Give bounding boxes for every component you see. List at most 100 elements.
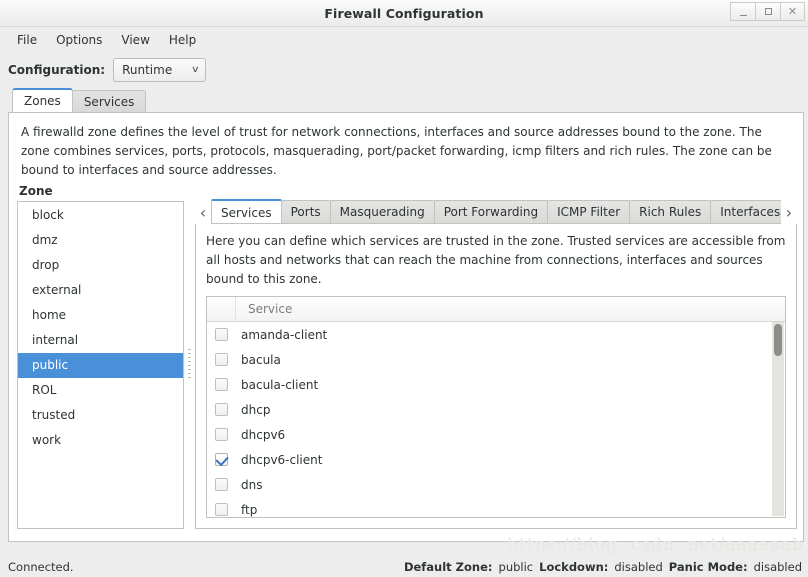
zone-item-trusted[interactable]: trusted	[18, 403, 183, 428]
tab-rich-rules[interactable]: Rich Rules	[629, 200, 711, 223]
services-table-rows: amanda-client bacula	[207, 322, 785, 517]
table-row[interactable]: ftp	[207, 497, 785, 517]
panic-mode-value: disabled	[754, 560, 802, 574]
table-row[interactable]: bacula-client	[207, 372, 785, 397]
configuration-row: Configuration: Runtime ∨	[0, 52, 808, 88]
menu-help[interactable]: Help	[160, 30, 205, 50]
service-checkbox-cell[interactable]	[207, 478, 236, 491]
service-checkbox-cell[interactable]	[207, 403, 236, 416]
status-bar: Connected. Default Zone: public Lockdown…	[0, 557, 808, 577]
service-checkbox-cell[interactable]	[207, 353, 236, 366]
menu-view[interactable]: View	[112, 30, 158, 50]
checkbox-checked-icon[interactable]	[215, 453, 228, 466]
table-row[interactable]: dhcpv6-client	[207, 447, 785, 472]
chevron-down-icon: ∨	[191, 65, 200, 75]
checkbox-icon[interactable]	[215, 328, 228, 341]
service-name: ftp	[236, 503, 257, 517]
configuration-label: Configuration:	[8, 63, 105, 77]
tab-port-forwarding[interactable]: Port Forwarding	[434, 200, 548, 223]
scrollbar-thumb[interactable]	[774, 324, 782, 356]
splitter-grip-icon	[188, 349, 191, 379]
window-controls: ✕	[730, 2, 805, 21]
inner-notebook-header: ‹ Services Ports Masquerading Port Forwa…	[195, 199, 797, 224]
minimize-icon	[740, 15, 747, 16]
service-name: bacula	[236, 353, 281, 367]
table-row[interactable]: dhcpv6	[207, 422, 785, 447]
inner-tabstrip: Services Ports Masquerading Port Forward…	[211, 199, 781, 224]
configuration-select[interactable]: Runtime ∨	[113, 58, 206, 82]
tab-ports[interactable]: Ports	[281, 200, 331, 223]
menu-options[interactable]: Options	[47, 30, 111, 50]
default-zone-label: Default Zone:	[404, 560, 493, 574]
maximize-button[interactable]	[755, 2, 780, 21]
service-checkbox-cell[interactable]	[207, 503, 236, 516]
menu-file[interactable]: File	[8, 30, 46, 50]
zone-column: Zone block dmz drop external home intern…	[17, 184, 184, 529]
zone-item-drop[interactable]: drop	[18, 253, 183, 278]
tab-masquerading[interactable]: Masquerading	[330, 200, 435, 223]
zones-panel: A firewalld zone defines the level of tr…	[8, 112, 804, 542]
table-row[interactable]: bacula	[207, 347, 785, 372]
zone-item-work[interactable]: work	[18, 428, 183, 453]
lockdown-value: disabled	[614, 560, 662, 574]
tabs-scroll-left-button[interactable]: ‹	[195, 200, 211, 224]
zone-item-home[interactable]: home	[18, 303, 183, 328]
services-vertical-scrollbar[interactable]	[772, 322, 784, 516]
checkbox-icon[interactable]	[215, 503, 228, 516]
services-description: Here you can define which services are t…	[206, 232, 786, 296]
configuration-selected-value: Runtime	[122, 63, 172, 77]
main-notebook: Zones Services	[8, 88, 804, 112]
status-bar-right: Default Zone: public Lockdown: disabled …	[404, 560, 802, 574]
service-name: bacula-client	[236, 378, 318, 392]
service-checkbox-cell[interactable]	[207, 428, 236, 441]
paned-splitter[interactable]	[184, 184, 195, 529]
checkbox-icon[interactable]	[215, 428, 228, 441]
services-table-header: Service	[207, 297, 785, 322]
main-tabstrip: Zones Services	[8, 88, 804, 112]
zone-item-dmz[interactable]: dmz	[18, 228, 183, 253]
service-checkbox-cell[interactable]	[207, 378, 236, 391]
table-row[interactable]: amanda-client	[207, 322, 785, 347]
tabs-scroll-right-button[interactable]: ›	[781, 200, 797, 224]
checkbox-icon[interactable]	[215, 478, 228, 491]
zone-description: A firewalld zone defines the level of tr…	[9, 113, 803, 184]
connection-status: Connected.	[8, 560, 74, 574]
zone-item-rol[interactable]: ROL	[18, 378, 183, 403]
service-checkbox-cell[interactable]	[207, 453, 236, 466]
checkbox-icon[interactable]	[215, 403, 228, 416]
zone-item-internal[interactable]: internal	[18, 328, 183, 353]
checkbox-icon[interactable]	[215, 378, 228, 391]
service-name: dhcpv6	[236, 428, 285, 442]
title-bar: Firewall Configuration ✕	[0, 0, 808, 27]
services-tab-panel: Here you can define which services are t…	[195, 224, 797, 529]
tab-icmp-filter[interactable]: ICMP Filter	[547, 200, 630, 223]
table-row[interactable]: dhcp	[207, 397, 785, 422]
checkbox-icon[interactable]	[215, 353, 228, 366]
minimize-button[interactable]	[730, 2, 755, 21]
close-icon: ✕	[788, 6, 797, 17]
service-name: dhcpv6-client	[236, 453, 322, 467]
tab-interfaces[interactable]: Interfaces	[710, 200, 781, 223]
close-button[interactable]: ✕	[780, 2, 805, 21]
services-table: Service amanda-client	[206, 296, 786, 518]
services-header-check-column	[207, 297, 236, 321]
tab-services[interactable]: Services	[72, 90, 147, 112]
zone-list[interactable]: block dmz drop external home internal pu…	[17, 201, 184, 529]
service-name: dns	[236, 478, 262, 492]
table-row[interactable]: dns	[207, 472, 785, 497]
maximize-icon	[765, 8, 772, 15]
zone-heading: Zone	[17, 184, 184, 201]
firewall-configuration-window: Firewall Configuration ✕ File Options Vi…	[0, 0, 808, 577]
services-header-service-label: Service	[236, 302, 292, 316]
zone-item-external[interactable]: external	[18, 278, 183, 303]
zone-detail-column: ‹ Services Ports Masquerading Port Forwa…	[195, 184, 797, 529]
tab-zones[interactable]: Zones	[12, 88, 73, 112]
service-name: amanda-client	[236, 328, 327, 342]
service-checkbox-cell[interactable]	[207, 328, 236, 341]
tab-services-inner[interactable]: Services	[211, 199, 282, 224]
window-title: Firewall Configuration	[324, 6, 483, 21]
default-zone-value: public	[499, 560, 534, 574]
zone-item-block[interactable]: block	[18, 203, 183, 228]
lockdown-label: Lockdown:	[539, 560, 608, 574]
zone-item-public[interactable]: public	[18, 353, 183, 378]
